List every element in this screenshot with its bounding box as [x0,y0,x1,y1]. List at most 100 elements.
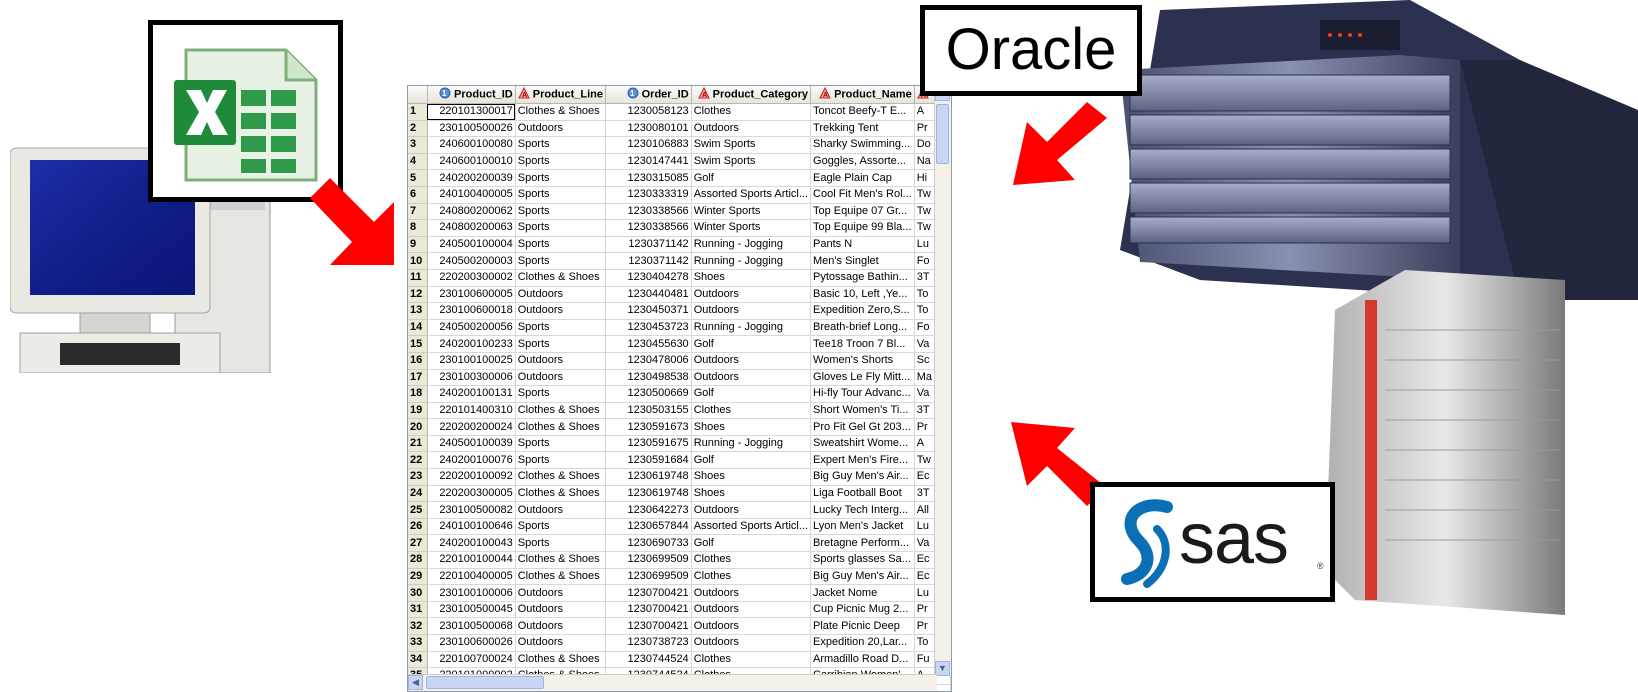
table-cell[interactable]: Running - Jogging [691,319,812,337]
table-row[interactable]: 9 240500100004 Sports 1230371142 Running - J… [408,236,951,254]
table-row[interactable]: 18 240200100131 Sports 1230500669 Golf Hi-fly… [408,385,951,403]
table-cell[interactable]: Cool Fit Men's Rol... [810,186,915,204]
table-row[interactable]: 3 240600100080 Sports 1230106883 Swim Sports… [408,136,951,154]
table-cell[interactable]: 1230080101 [605,120,692,138]
table-cell[interactable]: 240800200063 [427,219,516,237]
table-cell[interactable]: Sports [515,319,607,337]
table-cell[interactable]: Sports [515,236,607,254]
table-cell[interactable]: Swim Sports [691,153,812,171]
column-header[interactable]: A Product_Line [515,86,607,104]
table-cell[interactable]: Sports [515,136,607,154]
table-cell[interactable]: Assorted Sports Articl... [691,518,812,536]
scroll-left-icon[interactable]: ◀ [408,675,423,690]
table-row[interactable]: 15 240200100233 Sports 1230455630 Golf Tee18 … [408,335,951,353]
table-cell[interactable]: 240600100010 [427,153,516,171]
table-cell[interactable]: Jacket Nome [810,584,915,602]
table-cell[interactable]: 220200300005 [427,485,516,503]
table-cell[interactable]: Clothes & Shoes [515,651,607,669]
table-row[interactable]: 7 240800200062 Sports 1230338566 Winter Spor… [408,203,951,221]
table-cell[interactable]: Armadillo Road D... [810,651,915,669]
table-cell[interactable]: 1230371142 [605,236,692,254]
table-cell[interactable]: Outdoors [515,617,607,635]
table-cell[interactable]: Expert Men's Fire... [810,451,915,470]
table-cell[interactable]: Outdoors [515,302,607,320]
table-cell[interactable]: Outdoors [691,352,812,370]
table-row[interactable]: 34 220100700024 Clothes & Shoes 1230744524 C… [408,651,951,669]
table-row[interactable]: 17 230100300006 Outdoors 1230498538 Outdoors… [408,369,951,387]
table-cell[interactable]: 220100100044 [427,551,516,569]
table-cell[interactable]: 240500100004 [427,236,516,254]
table-cell[interactable]: 230100500026 [427,120,516,138]
table-cell[interactable]: 1230404278 [605,269,692,287]
table-cell[interactable]: 1230738723 [605,634,692,652]
table-cell[interactable]: Eagle Plain Cap [810,169,915,187]
table-cell[interactable]: 230100600005 [427,286,516,304]
table-cell[interactable]: 1230450371 [605,302,692,320]
table-cell[interactable]: Pro Fit Gel Gt 203... [810,418,915,436]
table-cell[interactable]: Sports [515,518,607,536]
table-row[interactable]: 4 240600100010 Sports 1230147441 Swim Sports… [408,153,951,171]
table-cell[interactable]: 220101400310 [427,402,516,420]
table-row[interactable]: 23 220200100092 Clothes & Shoes 1230619748 S… [408,468,951,486]
table-cell[interactable]: 230100600018 [427,302,516,320]
table-cell[interactable]: Top Equipe 07 Gr... [810,203,915,221]
table-cell[interactable]: Sports [515,219,607,237]
table-cell[interactable]: 1230619748 [605,485,692,503]
table-cell[interactable]: Clothes [691,551,812,569]
scroll-down-icon[interactable]: ▼ [935,661,950,676]
table-cell[interactable]: 230100500045 [427,601,516,619]
table-cell[interactable]: Running - Jogging [691,236,812,254]
table-row[interactable]: 27 240200100043 Sports 1230690733 Golf Bretag… [408,534,951,553]
table-cell[interactable]: 220100700024 [427,651,516,669]
table-cell[interactable]: Golf [691,534,812,553]
table-cell[interactable]: Outdoors [691,302,812,320]
table-cell[interactable]: Sports [515,451,607,470]
table-cell[interactable]: 220100400005 [427,568,516,586]
table-cell[interactable]: 1230147441 [605,153,692,171]
table-cell[interactable]: Outdoors [691,634,812,652]
table-cell[interactable]: 1230690733 [605,534,692,553]
table-cell[interactable]: Golf [691,385,812,403]
table-row[interactable]: 21 240500100039 Sports 1230591675 Running - … [408,435,951,453]
table-cell[interactable]: 1230498538 [605,369,692,387]
table-cell[interactable]: Basic 10, Left ,Ye... [810,286,915,304]
table-cell[interactable]: Outdoors [515,601,607,619]
table-cell[interactable]: 240500200003 [427,252,516,270]
table-row[interactable]: 32 230100500068 Outdoors 1230700421 Outdoors… [408,617,951,635]
table-cell[interactable]: 240200100131 [427,385,516,403]
column-header[interactable]: A Product_Category [691,86,812,104]
table-cell[interactable]: Sports glasses Sa... [810,551,915,569]
table-cell[interactable]: 1230455630 [605,335,692,353]
table-cell[interactable]: Shoes [691,485,812,503]
table-row[interactable]: 6 240100400005 Sports 1230333319 Assorted Sp… [408,186,951,204]
table-cell[interactable]: Clothes & Shoes [515,402,607,420]
table-row[interactable]: 22 240200100076 Sports 1230591684 Golf Expert… [408,451,951,470]
table-cell[interactable]: 1230315085 [605,169,692,187]
column-header[interactable]: 1 Order_ID [605,86,692,104]
table-row[interactable]: 30 230100100006 Outdoors 1230700421 Outdoors… [408,584,951,602]
table-cell[interactable]: 1230440481 [605,286,692,304]
table-cell[interactable]: Women's Shorts [810,352,915,370]
table-row[interactable]: 13 230100600018 Outdoors 1230450371 Outdoors… [408,302,951,320]
table-cell[interactable]: Men's Singlet [810,252,915,270]
table-cell[interactable]: Pytossage Bathin... [810,269,915,287]
table-row[interactable]: 24 220200300005 Clothes & Shoes 1230619748 S… [408,485,951,503]
table-cell[interactable]: 240500200056 [427,319,516,337]
table-cell[interactable]: Sports [515,385,607,403]
table-cell[interactable]: Sports [515,169,607,187]
table-cell[interactable]: Sharky Swimming... [810,136,915,154]
data-table-window[interactable]: 1 Product_ID A Product_Line 1 Order_ID A Pro… [407,85,952,692]
table-cell[interactable]: 240200100233 [427,335,516,353]
table-cell[interactable]: Outdoors [515,634,607,652]
table-cell[interactable]: 1230500669 [605,385,692,403]
table-row[interactable]: 10 240500200003 Sports 1230371142 Running - … [408,252,951,270]
table-row[interactable]: 5 240200200039 Sports 1230315085 Golf Eagle P… [408,169,951,187]
table-row[interactable]: 2 230100500026 Outdoors 1230080101 Outdoors T… [408,120,951,138]
table-cell[interactable]: 1230058123 [605,103,692,121]
table-cell[interactable]: Golf [691,169,812,187]
table-cell[interactable]: Sports [515,252,607,270]
table-cell[interactable]: 1230619748 [605,468,692,486]
table-cell[interactable]: 240600100080 [427,136,516,154]
table-row[interactable]: 19 220101400310 Clothes & Shoes 1230503155 C… [408,402,951,420]
table-cell[interactable]: 1230371142 [605,252,692,270]
